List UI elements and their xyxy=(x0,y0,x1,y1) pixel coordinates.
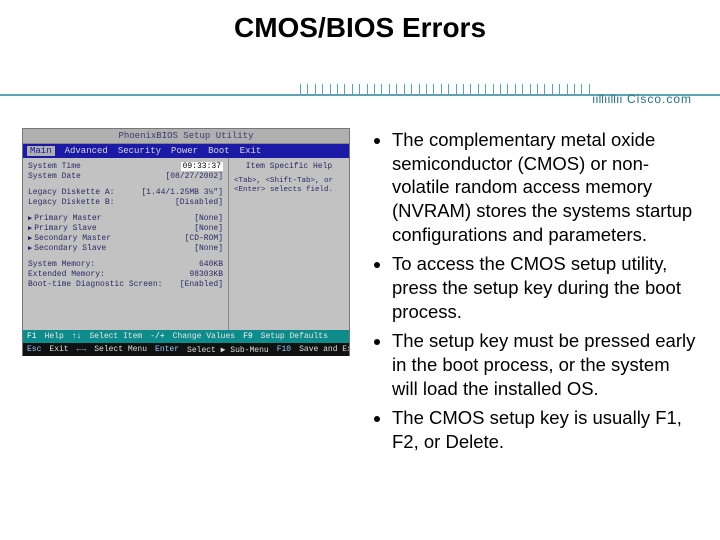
key-arrows-text: Select Item xyxy=(89,332,142,341)
key-esc: Esc xyxy=(27,345,41,354)
value-diskette-a: [1.44/1.25MB 3½"] xyxy=(141,188,223,197)
help-title: Item Specific Help xyxy=(234,162,344,171)
label-primary-slave: Primary Slave xyxy=(28,224,97,233)
value-secondary-slave: [None] xyxy=(194,244,223,253)
bios-window-title: PhoenixBIOS Setup Utility xyxy=(23,129,349,144)
bios-footer-row2: Esc Exit ←→ Select Menu Enter Select ▶ Sub-… xyxy=(23,343,349,356)
key-lr: ←→ xyxy=(77,345,87,354)
bios-menu-security: Security xyxy=(118,146,161,156)
value-system-date: [08/27/2002] xyxy=(165,172,223,181)
header-rule: ııllııllıı Cisco.com xyxy=(0,78,720,110)
value-system-time: 09:33:37 xyxy=(181,162,223,171)
key-f1: F1 xyxy=(27,332,37,341)
label-secondary-slave: Secondary Slave xyxy=(28,244,106,253)
label-diskette-b: Legacy Diskette B: xyxy=(28,198,114,207)
label-diag-screen: Boot-time Diagnostic Screen: xyxy=(28,280,162,289)
label-system-memory: System Memory: xyxy=(28,260,95,269)
key-f9: F9 xyxy=(243,332,253,341)
label-system-time: System Time xyxy=(28,162,81,171)
brand-text: Cisco.com xyxy=(627,92,692,106)
label-extended-memory: Extended Memory: xyxy=(28,270,105,279)
key-lr-text: Select Menu xyxy=(94,345,147,354)
key-f10-text: Save and Exit xyxy=(299,345,349,354)
value-system-memory: 640KB xyxy=(199,260,223,269)
label-primary-master: Primary Master xyxy=(28,214,101,223)
help-body: <Tab>, <Shift-Tab>, or <Enter> selects f… xyxy=(234,177,344,196)
bios-screenshot: PhoenixBIOS Setup Utility Main Advanced … xyxy=(22,128,350,356)
bios-menubar: Main Advanced Security Power Boot Exit xyxy=(23,144,349,158)
label-system-date: System Date xyxy=(28,172,81,181)
list-item: The complementary metal oxide semiconduc… xyxy=(392,128,696,246)
value-extended-memory: 98303KB xyxy=(189,270,223,279)
key-plusminus: -/+ xyxy=(150,332,164,341)
bios-footer-row1: F1 Help ↑↓ Select Item -/+ Change Values F9… xyxy=(23,330,349,343)
page-title: CMOS/BIOS Errors xyxy=(0,12,720,44)
value-diskette-b: [Disabled] xyxy=(175,198,223,207)
bios-body: System Time 09:33:37 System Date [08/27/20… xyxy=(23,158,349,330)
label-diskette-a: Legacy Diskette A: xyxy=(28,188,114,197)
list-item: To access the CMOS setup utility, press … xyxy=(392,252,696,323)
key-enter: Enter xyxy=(155,345,179,354)
bios-help-panel: Item Specific Help <Tab>, <Shift-Tab>, o… xyxy=(229,158,349,330)
value-secondary-master: [CD-ROM] xyxy=(185,234,223,243)
key-arrows: ↑↓ xyxy=(72,332,82,341)
value-diag-screen: [Enabled] xyxy=(180,280,223,289)
key-esc-text: Exit xyxy=(49,345,68,354)
list-item: The CMOS setup key is usually F1, F2, or… xyxy=(392,406,696,453)
value-primary-master: [None] xyxy=(194,214,223,223)
brand-logo: ııllııllıı Cisco.com xyxy=(592,92,692,106)
bios-main-panel: System Time 09:33:37 System Date [08/27/20… xyxy=(23,158,229,330)
bullet-list: The complementary metal oxide semiconduc… xyxy=(372,128,696,460)
bios-menu-boot: Boot xyxy=(208,146,230,156)
brand-bars-icon: ııllııllıı xyxy=(592,92,623,106)
bios-menu-power: Power xyxy=(171,146,198,156)
key-f9-text: Setup Defaults xyxy=(261,332,328,341)
bios-menu-main: Main xyxy=(27,146,55,156)
key-enter-text: Select ▶ Sub-Menu xyxy=(187,345,269,355)
key-f1-text: Help xyxy=(45,332,64,341)
bios-menu-advanced: Advanced xyxy=(65,146,108,156)
key-f10: F10 xyxy=(277,345,291,354)
value-primary-slave: [None] xyxy=(194,224,223,233)
bios-menu-exit: Exit xyxy=(240,146,262,156)
slide: CMOS/BIOS Errors ııllııllıı Cisco.com Ph… xyxy=(0,0,720,540)
rule-ticks xyxy=(300,84,590,94)
label-secondary-master: Secondary Master xyxy=(28,234,111,243)
list-item: The setup key must be pressed early in t… xyxy=(392,329,696,400)
key-plusminus-text: Change Values xyxy=(173,332,235,341)
bios-footer: F1 Help ↑↓ Select Item -/+ Change Values F9… xyxy=(23,330,349,356)
